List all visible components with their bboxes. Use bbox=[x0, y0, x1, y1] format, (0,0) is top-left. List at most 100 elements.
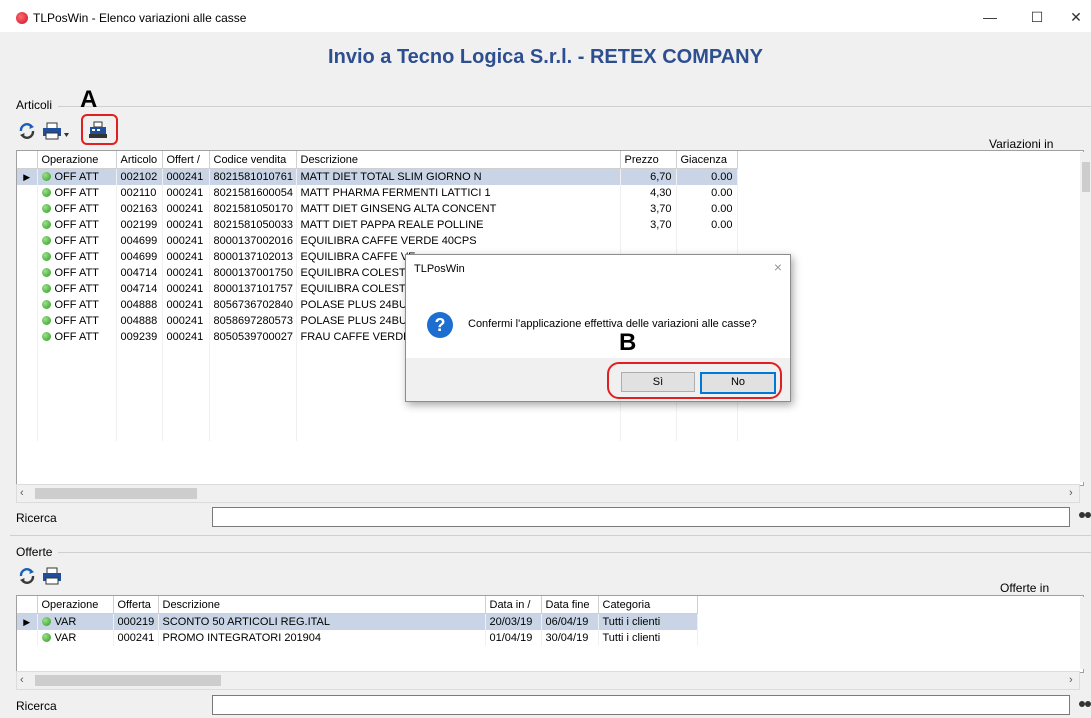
offerte-horizontal-scrollbar[interactable]: ‹ › bbox=[16, 671, 1080, 690]
start-date-cell: 20/03/19 bbox=[485, 613, 542, 630]
status-dot-icon bbox=[41, 172, 51, 181]
empty-cell bbox=[37, 409, 117, 425]
offerte-vertical-scrollbar[interactable] bbox=[1080, 597, 1091, 669]
table-row[interactable]: ▶ VAR 000219 SCONTO 50 ARTICOLI REG.ITAL 20/… bbox=[17, 613, 698, 630]
offer-cell: 000241 bbox=[162, 297, 210, 313]
app-logo-icon bbox=[16, 12, 28, 24]
yes-button[interactable]: Sì bbox=[621, 372, 695, 392]
current-row-indicator-icon: ▶ bbox=[17, 168, 38, 185]
column-header[interactable]: Giacenza bbox=[676, 151, 738, 169]
row-indicator bbox=[17, 313, 38, 329]
offer-cell: 000241 bbox=[162, 185, 210, 201]
offerte-search-button[interactable] bbox=[1078, 694, 1091, 714]
binoculars-icon bbox=[1079, 512, 1091, 518]
column-header[interactable]: Offerta bbox=[113, 596, 159, 614]
table-row[interactable]: ▶ OFF ATT 002102 000241 8021581010761 MATT DI… bbox=[17, 168, 738, 185]
operation-label: OFF ATT bbox=[54, 283, 99, 295]
offer-cell: 000241 bbox=[113, 630, 159, 646]
confirm-dialog: TLPosWin × ? Confermi l'applicazione eff… bbox=[405, 254, 791, 402]
articoli-vertical-scrollbar[interactable] bbox=[1080, 152, 1091, 482]
category-cell: Tutti i clienti bbox=[598, 630, 698, 646]
scroll-left-icon[interactable]: ‹ bbox=[20, 674, 24, 686]
operation-cell: OFF ATT bbox=[37, 233, 117, 249]
column-header[interactable]: Data in / bbox=[485, 596, 542, 614]
column-header[interactable]: Articolo bbox=[116, 151, 163, 169]
row-indicator bbox=[17, 185, 38, 201]
table-header-row: Operazione Articolo Offert / Codice vend… bbox=[17, 151, 738, 169]
column-header[interactable]: Prezzo bbox=[620, 151, 677, 169]
offerte-search-input[interactable] bbox=[212, 695, 1070, 715]
empty-cell bbox=[116, 377, 163, 393]
scrollbar-thumb[interactable] bbox=[35, 675, 221, 686]
operation-cell: OFF ATT bbox=[37, 313, 117, 329]
table-row[interactable]: VAR 000241 PROMO INTEGRATORI 201904 01/04/1… bbox=[17, 630, 698, 646]
empty-cell bbox=[296, 409, 621, 425]
empty-cell bbox=[162, 409, 210, 425]
column-header[interactable]: Categoria bbox=[598, 596, 698, 614]
empty-cell bbox=[17, 345, 38, 361]
minimize-button[interactable]: — bbox=[975, 6, 1005, 28]
window-title: TLPosWin - Elenco variazioni alle casse bbox=[33, 11, 247, 25]
offerte-divider-top bbox=[10, 535, 1091, 536]
dialog-close-button[interactable]: × bbox=[774, 259, 782, 275]
status-dot-icon bbox=[41, 236, 51, 245]
column-header[interactable]: Operazione bbox=[37, 151, 117, 169]
operation-label: OFF ATT bbox=[54, 331, 99, 343]
table-row[interactable]: OFF ATT 004699 000241 8000137002016 EQUILIBR… bbox=[17, 233, 738, 249]
operation-label: OFF ATT bbox=[54, 203, 99, 215]
column-header[interactable]: Data fine bbox=[541, 596, 599, 614]
articoli-horizontal-scrollbar[interactable]: ‹ › bbox=[16, 484, 1080, 503]
operation-label: VAR bbox=[54, 616, 77, 628]
offerte-divider bbox=[58, 552, 1091, 553]
send-to-register-button[interactable] bbox=[86, 119, 110, 141]
sale-code-cell: 8021581050033 bbox=[209, 217, 297, 233]
refresh-icon bbox=[19, 123, 35, 139]
column-header[interactable]: Codice vendita bbox=[209, 151, 297, 169]
table-row[interactable]: OFF ATT 002163 000241 8021581050170 MATT DIE… bbox=[17, 201, 738, 217]
scroll-right-icon[interactable]: › bbox=[1069, 674, 1073, 686]
scroll-left-icon[interactable]: ‹ bbox=[20, 487, 24, 499]
no-button[interactable]: No bbox=[700, 372, 776, 394]
article-cell: 004699 bbox=[116, 233, 163, 249]
maximize-button[interactable]: ☐ bbox=[1022, 6, 1052, 28]
end-date-cell: 06/04/19 bbox=[541, 613, 599, 630]
offerte-print-button[interactable] bbox=[41, 565, 63, 587]
operation-label: OFF ATT bbox=[54, 267, 99, 279]
offerte-table[interactable]: Operazione Offerta Descrizione Data in /… bbox=[16, 595, 1084, 673]
column-header[interactable]: Descrizione bbox=[296, 151, 621, 169]
article-cell: 002199 bbox=[116, 217, 163, 233]
article-cell: 009239 bbox=[116, 329, 163, 345]
current-row-indicator-icon: ▶ bbox=[17, 613, 38, 630]
sale-code-cell: 8021581050170 bbox=[209, 201, 297, 217]
empty-cell bbox=[116, 345, 163, 361]
print-dropdown-button[interactable] bbox=[64, 128, 69, 137]
article-cell: 004699 bbox=[116, 249, 163, 265]
empty-row bbox=[17, 409, 738, 425]
annotation-marker-a: A bbox=[80, 86, 98, 113]
column-header[interactable]: Operazione bbox=[37, 596, 114, 614]
operation-cell: VAR bbox=[37, 630, 114, 646]
column-header[interactable]: Descrizione bbox=[158, 596, 486, 614]
empty-cell bbox=[17, 409, 38, 425]
close-window-button[interactable]: ✕ bbox=[1061, 6, 1091, 28]
table-row[interactable]: OFF ATT 002110 000241 8021581600054 MATT PHA… bbox=[17, 185, 738, 201]
offer-cell: 000241 bbox=[162, 168, 210, 185]
print-button[interactable] bbox=[41, 120, 63, 142]
offer-cell: 000241 bbox=[162, 249, 210, 265]
scrollbar-thumb[interactable] bbox=[35, 488, 197, 499]
scrollbar-thumb[interactable] bbox=[1082, 162, 1090, 192]
table-row[interactable]: OFF ATT 002199 000241 8021581050033 MATT DIE… bbox=[17, 217, 738, 233]
status-dot-icon bbox=[41, 188, 51, 197]
refresh-button[interactable] bbox=[16, 120, 38, 142]
indicator-column-header bbox=[17, 151, 38, 169]
offer-cell: 000241 bbox=[162, 201, 210, 217]
status-dot-icon bbox=[41, 617, 51, 626]
column-header[interactable]: Offert / bbox=[162, 151, 210, 169]
description-cell: PROMO INTEGRATORI 201904 bbox=[158, 630, 486, 646]
scroll-right-icon[interactable]: › bbox=[1069, 487, 1073, 499]
article-cell: 004888 bbox=[116, 297, 163, 313]
offerte-refresh-button[interactable] bbox=[16, 565, 38, 587]
articoli-search-input[interactable] bbox=[212, 507, 1070, 527]
articoli-search-button[interactable] bbox=[1078, 505, 1091, 525]
status-dot-icon bbox=[41, 316, 51, 325]
